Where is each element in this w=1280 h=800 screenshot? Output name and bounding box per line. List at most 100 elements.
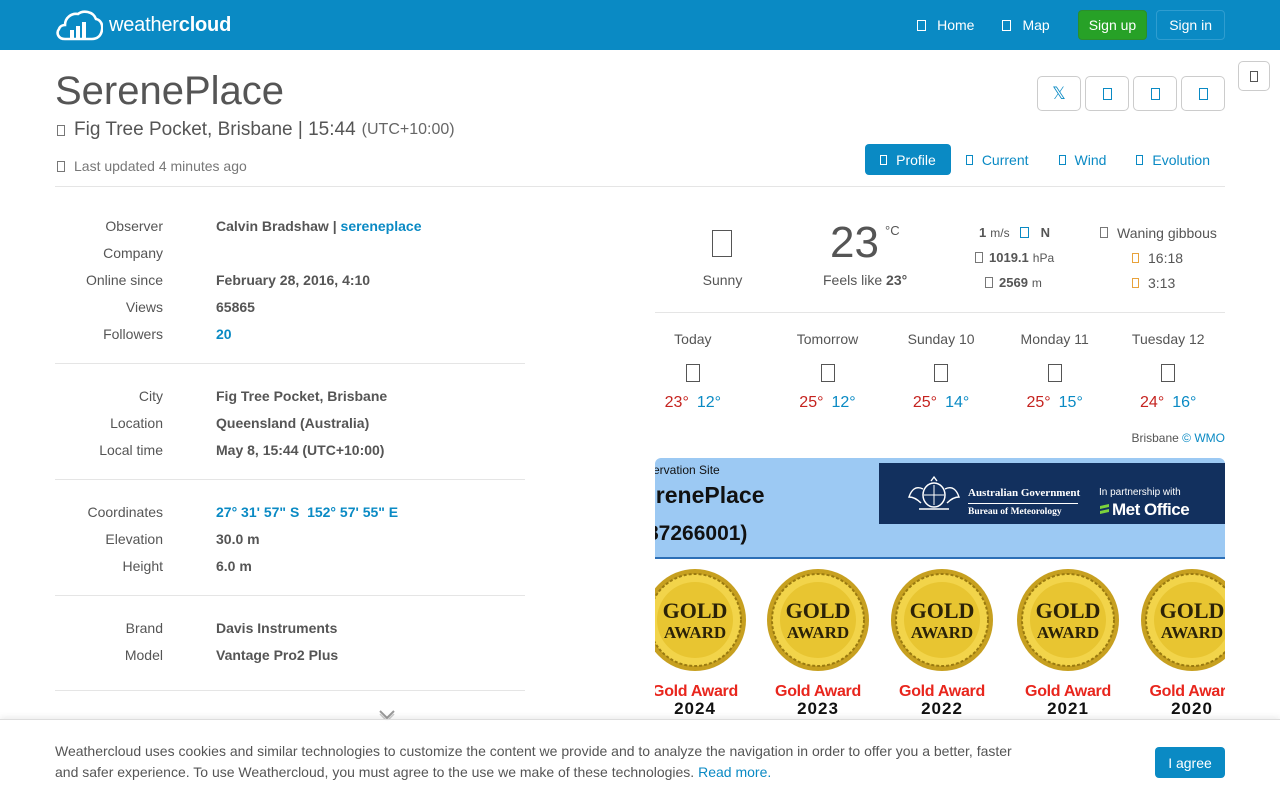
forecast-day: Sunday 10 25° 14°: [907, 331, 975, 411]
coordinates-link[interactable]: 27° 31' 57" S 152° 57' 55" E: [216, 504, 398, 520]
gold-award-seal-icon: GOLD AWARD: [655, 569, 746, 671]
forecast-day: Tomorrow 25° 12°: [796, 331, 859, 411]
agree-button[interactable]: I agree: [1155, 747, 1225, 778]
moon-icon: [1100, 227, 1108, 238]
followers-link[interactable]: 20: [216, 326, 232, 342]
gold-award-seal-icon: GOLD AWARD: [1017, 569, 1119, 671]
user-icon: [880, 154, 888, 165]
gold-award-seal-icon: GOLD AWARD: [767, 569, 869, 671]
pressure-reading: 1019.1 hPa: [975, 245, 1064, 270]
wind-arrow-icon: [1019, 227, 1029, 238]
elevation-value: 30.0 m: [216, 530, 260, 547]
weathercloud-logo[interactable]: weathercloud: [55, 8, 231, 42]
x-icon: 𝕏: [1052, 83, 1066, 103]
logo-text: weathercloud: [109, 13, 232, 36]
moon-phase: Waning gibbous: [1100, 220, 1217, 245]
award-item: GOLD AWARD Gold Award 2023: [763, 568, 873, 718]
tab-evolution[interactable]: Evolution: [1121, 144, 1225, 175]
share-whatsapp-button[interactable]: [1133, 76, 1177, 111]
observer-username-link[interactable]: sereneplace: [341, 218, 422, 234]
tab-profile[interactable]: Profile: [865, 144, 951, 175]
weather-icon: [1161, 364, 1176, 382]
last-updated: Last updated 4 minutes ago: [57, 158, 247, 174]
signin-button[interactable]: Sign in: [1156, 10, 1225, 40]
svg-text:GOLD: GOLD: [786, 598, 851, 623]
visibility-reading: 2569 m: [985, 270, 1064, 295]
observer-value: Calvin Bradshaw | sereneplace: [216, 217, 422, 234]
svg-text:GOLD: GOLD: [910, 598, 975, 623]
local-time-value: May 8, 15:44 (UTC+10:00): [216, 441, 385, 458]
award-item: GOLD AWARD Gold Aware 2020: [1137, 568, 1225, 718]
top-navbar: weathercloud Home Map Sign up Sign in: [0, 0, 1280, 50]
svg-text:AWARD: AWARD: [1037, 623, 1099, 642]
wmo-link[interactable]: © WMO: [1182, 431, 1225, 445]
svg-text:AWARD: AWARD: [911, 623, 973, 642]
award-item: GOLD AWARD Gold Award 2021: [1013, 568, 1123, 718]
clock-icon: [57, 160, 65, 172]
favorite-button[interactable]: [1238, 61, 1270, 91]
tab-wind[interactable]: Wind: [1044, 144, 1122, 175]
home-icon: [917, 19, 927, 31]
thermometer-icon: [965, 154, 973, 165]
moonrise-time: 3:13: [1132, 270, 1217, 295]
cloud-logo-icon: [56, 10, 103, 41]
tab-current[interactable]: Current: [951, 144, 1044, 175]
awards: GOLD AWARD Gold Award 2024 GOLD AWARD Go…: [655, 568, 1225, 718]
map-icon: [1002, 19, 1012, 31]
sunset-icon: [1132, 252, 1139, 263]
nav-home[interactable]: Home: [917, 17, 974, 33]
profile-details: Observer Calvin Bradshaw | sereneplace Co…: [55, 212, 525, 709]
cookie-text: Weathercloud uses cookies and similar te…: [55, 743, 1012, 780]
online-since-value: February 28, 2016, 4:10: [216, 271, 371, 288]
read-more-link[interactable]: Read more.: [698, 764, 771, 780]
model-value: Vantage Pro2 Plus: [216, 646, 339, 663]
moonrise-icon: [1132, 277, 1139, 288]
current-temperature: 23: [830, 218, 879, 267]
award-item: GOLD AWARD Gold Award 2022: [887, 568, 997, 718]
weather-icon: [1047, 364, 1062, 382]
link-icon: [1198, 87, 1208, 100]
weather-icon: [685, 364, 700, 382]
gold-award-seal-icon: GOLD AWARD: [891, 569, 993, 671]
svg-text:AWARD: AWARD: [664, 623, 726, 642]
views-value: 65865: [216, 298, 255, 315]
station-location-time: Fig Tree Pocket, Brisbane | 15:44 (UTC+1…: [57, 119, 455, 141]
svg-text:GOLD: GOLD: [1036, 598, 1101, 623]
share-facebook-button[interactable]: [1085, 76, 1129, 111]
signup-button[interactable]: Sign up: [1077, 10, 1148, 40]
coat-of-arms-icon: [908, 475, 960, 510]
facebook-icon: [1102, 87, 1112, 100]
svg-text:AWARD: AWARD: [787, 623, 849, 642]
share-x-button[interactable]: 𝕏: [1037, 76, 1081, 111]
wind-reading: 1 m/s N: [979, 225, 1050, 240]
bom-observation-banner: servation Site erenePlace 87266001) Aust…: [655, 458, 1225, 718]
share-buttons: 𝕏: [1033, 76, 1225, 111]
svg-text:AWARD: AWARD: [1161, 623, 1223, 642]
device-group: Brand Davis Instruments Model Vantage Pro2…: [55, 614, 525, 691]
forecast: Today 23° 12° Tomorrow 25° 12° Sunday 10 2…: [655, 331, 1225, 412]
forecast-day: Tuesday 12 24° 16°: [1131, 331, 1205, 411]
forecast-day: Today 23° 12°: [664, 331, 722, 411]
bom-logo: Australian Government Bureau of Meteorol…: [879, 463, 1225, 524]
page-title: SerenePlace: [55, 69, 285, 113]
height-value: 6.0 m: [216, 557, 252, 574]
observer-group: Observer Calvin Bradshaw | sereneplace Co…: [55, 212, 525, 364]
sun-icon: [712, 230, 732, 257]
nav-map[interactable]: Map: [1002, 17, 1050, 33]
city-value: Fig Tree Pocket, Brisbane: [216, 387, 388, 404]
station-tabs: Profile Current Wind Evolution: [865, 144, 1225, 175]
chart-icon: [1136, 154, 1144, 165]
wind-icon: [1058, 154, 1066, 165]
met-office-mark-icon: [1100, 504, 1109, 514]
share-link-button[interactable]: [1181, 76, 1225, 111]
location-value: Queensland (Australia): [216, 414, 370, 431]
weather-icon: [820, 364, 835, 382]
svg-text:GOLD: GOLD: [1160, 598, 1225, 623]
feels-like: Feels like 23°: [823, 272, 908, 288]
condition-label: Sunny: [702, 272, 743, 288]
forecast-credit: Brisbane © WMO: [1131, 431, 1225, 445]
forecast-day: Monday 11 25° 15°: [1020, 331, 1089, 411]
eye-icon: [985, 277, 993, 288]
current-conditions: Sunny 23 °C Feels like 23° 1 m/s N 1019.1 h…: [655, 212, 1225, 313]
star-icon: [1250, 70, 1258, 82]
